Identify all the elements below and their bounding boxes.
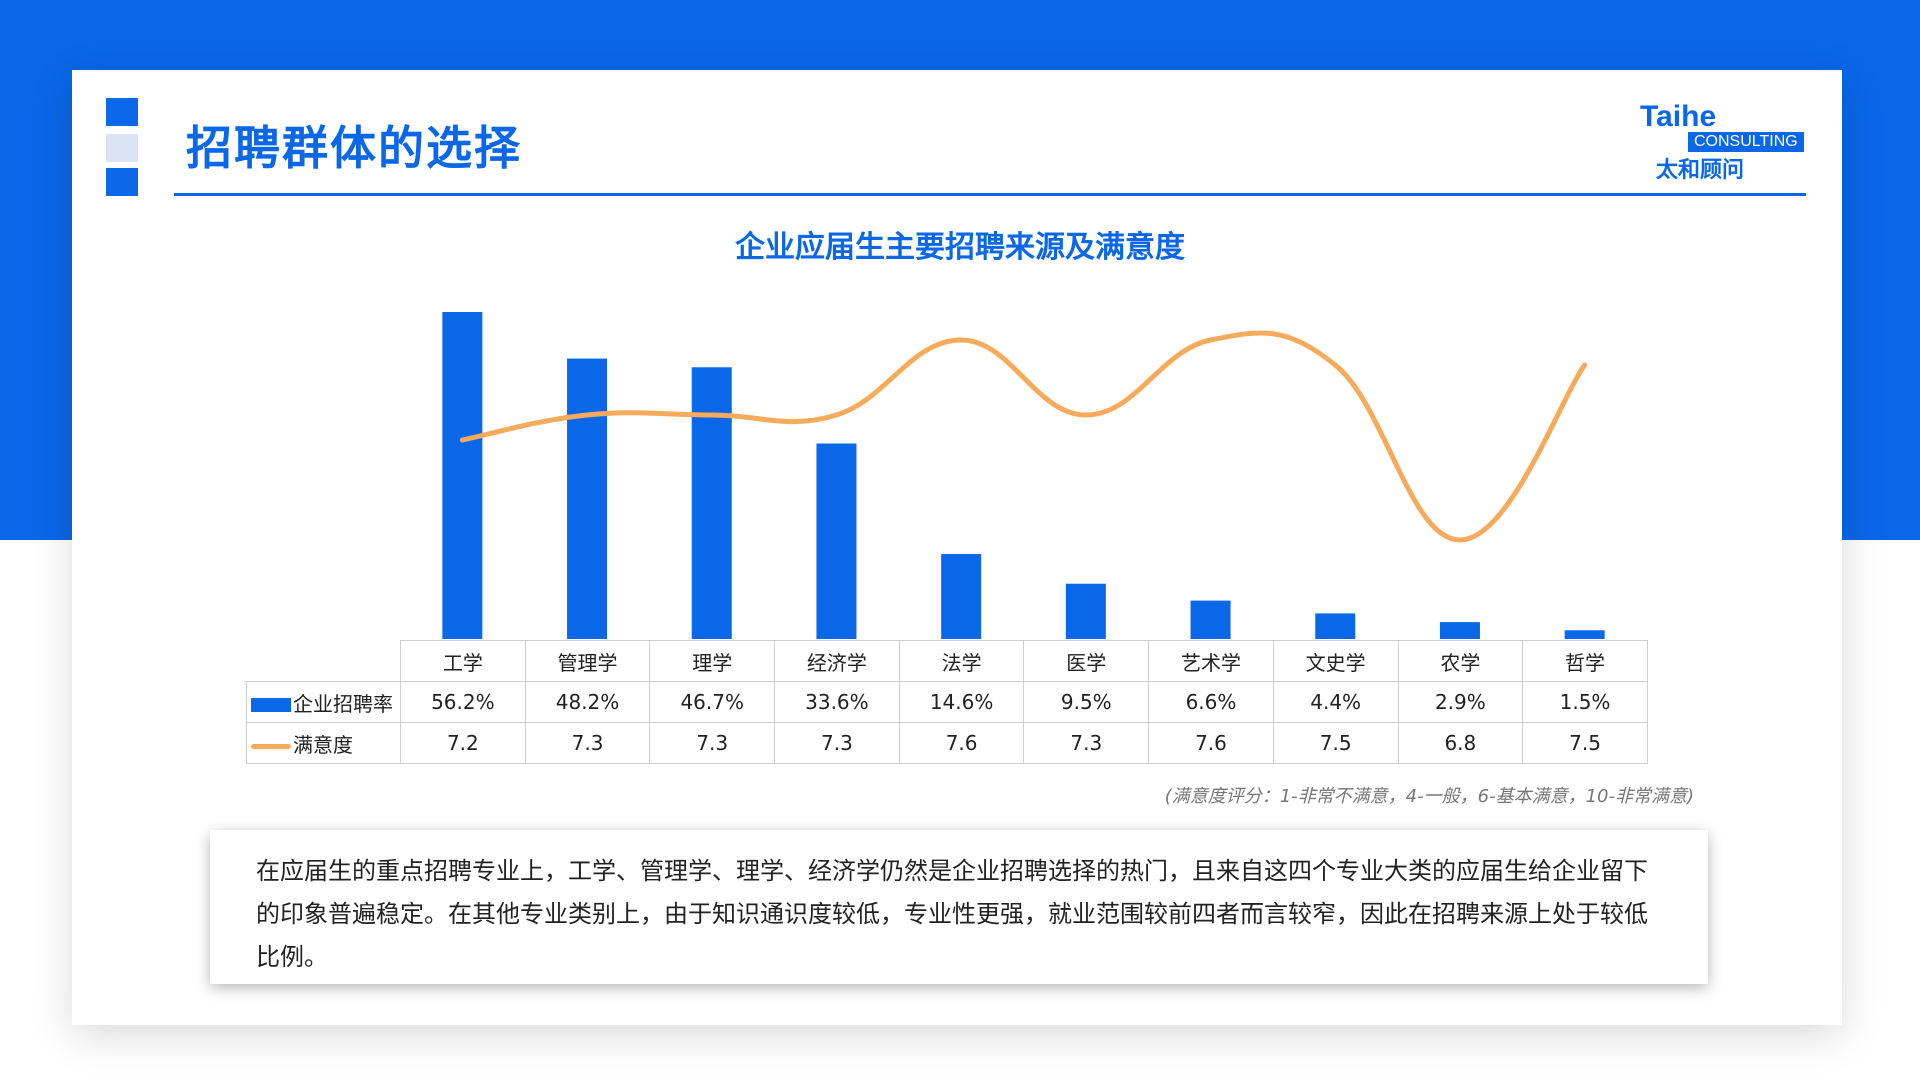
bar-0 — [442, 312, 483, 639]
satisfaction-value: 7.3 — [1023, 722, 1150, 764]
summary-box: 在应届生的重点招聘专业上，工学、管理学、理学、经济学仍然是企业招聘选择的热门，且… — [210, 830, 1708, 984]
bar-2 — [691, 367, 732, 639]
bar-4 — [941, 554, 982, 639]
rating-scale-note: (满意度评分：1-非常不满意，4-一般，6-基本满意，10-非常满意) — [1164, 786, 1694, 807]
category-label: 经济学 — [774, 640, 900, 682]
legend-label: 满意度 — [293, 732, 353, 757]
satisfaction-value: 7.3 — [774, 722, 900, 764]
bar-1 — [567, 358, 608, 639]
satisfaction-value: 7.2 — [400, 722, 526, 764]
recruit-rate-value: 1.5% — [1522, 681, 1648, 723]
summary-text: 在应届生的重点招聘专业上，工学、管理学、理学、经济学仍然是企业招聘选择的热门，且… — [256, 857, 1648, 971]
category-label: 文史学 — [1272, 640, 1399, 682]
bar-3 — [816, 443, 857, 639]
satisfaction-value: 7.6 — [1148, 722, 1274, 764]
recruit-rate-value: 4.4% — [1272, 681, 1399, 723]
recruit-rate-value: 56.2% — [400, 681, 526, 723]
bar-6 — [1190, 600, 1231, 639]
recruit-rate-value: 14.6% — [898, 681, 1025, 723]
category-label: 法学 — [898, 640, 1025, 682]
category-row: 工学 管理学 理学 经济学 法学 医学 艺术学 文史学 农学 哲学 — [246, 640, 1648, 682]
satisfaction-value: 7.5 — [1272, 722, 1399, 764]
bar-9 — [1564, 630, 1605, 639]
recruit-rate-value: 46.7% — [649, 681, 776, 723]
legend-satisfaction: 满意度 — [246, 722, 401, 764]
recruit-rate-row: 企业招聘率 56.2% 48.2% 46.7% 33.6% 14.6% 9.5% 6.6% 4… — [246, 681, 1648, 723]
category-label: 管理学 — [524, 640, 651, 682]
category-label: 理学 — [649, 640, 776, 682]
category-label: 哲学 — [1522, 640, 1648, 682]
category-label: 医学 — [1023, 640, 1150, 682]
chart-data-table: 工学 管理学 理学 经济学 法学 医学 艺术学 文史学 农学 哲学 企业招聘率 56.2% 48.2… — [246, 640, 1648, 764]
satisfaction-value: 6.8 — [1397, 722, 1524, 764]
table-corner — [246, 640, 401, 682]
bar-5 — [1065, 583, 1106, 639]
recruit-rate-value: 2.9% — [1397, 681, 1524, 723]
bar-7 — [1315, 613, 1356, 639]
satisfaction-value: 7.6 — [898, 722, 1025, 764]
recruit-rate-value: 6.6% — [1148, 681, 1274, 723]
legend-recruit-rate: 企业招聘率 — [246, 681, 401, 723]
satisfaction-line — [459, 330, 1588, 543]
category-label: 工学 — [400, 640, 526, 682]
satisfaction-row: 满意度 7.2 7.3 7.3 7.3 7.6 7.3 7.6 7.5 6.8 7.5 — [246, 722, 1648, 764]
satisfaction-value: 7.3 — [649, 722, 776, 764]
bar-8 — [1439, 622, 1480, 639]
recruit-rate-value: 9.5% — [1023, 681, 1150, 723]
satisfaction-value: 7.3 — [524, 722, 651, 764]
bar-legend-key — [251, 698, 291, 712]
legend-label: 企业招聘率 — [293, 691, 393, 716]
category-label: 艺术学 — [1148, 640, 1274, 682]
line-legend-key — [251, 743, 291, 749]
recruit-rate-value: 33.6% — [774, 681, 900, 723]
bar-series — [442, 312, 1605, 639]
category-label: 农学 — [1397, 640, 1524, 682]
recruit-rate-value: 48.2% — [524, 681, 651, 723]
satisfaction-value: 7.5 — [1522, 722, 1648, 764]
